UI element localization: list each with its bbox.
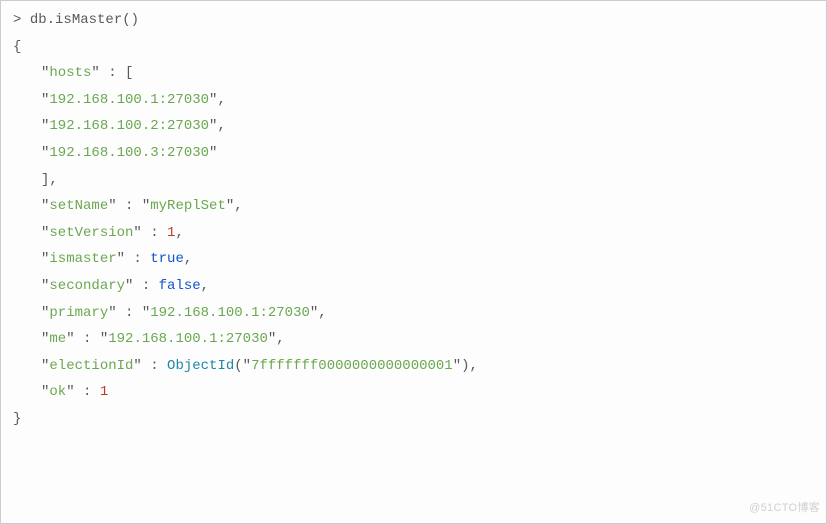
key-hosts: hosts [49,65,91,81]
primary-line: "primary" : "192.168.100.1:27030", [13,300,814,327]
host-1: 192.168.100.2:27030 [49,118,209,134]
host-entry: "192.168.100.1:27030", [13,87,814,114]
host-entry: "192.168.100.3:27030" [13,140,814,167]
brace-open-char: { [13,39,21,55]
code-output-block: > db.isMaster() { "hosts" : [ "192.168.1… [0,0,827,524]
electionid-line: "electionId" : ObjectId("7fffffff0000000… [13,353,814,380]
watermark-text: @51CTO博客 [749,498,820,519]
host-0: 192.168.100.1:27030 [49,92,209,108]
bracket-close: ], [41,172,58,188]
secondary-line: "secondary" : false, [13,273,814,300]
brace-close: } [13,406,814,433]
val-me: 192.168.100.1:27030 [108,331,268,347]
key-ok: ok [49,384,66,400]
prompt-symbol: > [13,12,21,28]
val-primary: 192.168.100.1:27030 [150,305,310,321]
val-electionid: 7fffffff0000000000000001 [251,358,453,374]
command-text: db.isMaster() [30,12,139,28]
key-ismaster: ismaster [49,251,116,267]
hosts-close: ], [13,167,814,194]
key-primary: primary [49,305,108,321]
val-ok: 1 [100,384,108,400]
me-line: "me" : "192.168.100.1:27030", [13,326,814,353]
brace-close-char: } [13,411,21,427]
key-electionid: electionId [49,358,133,374]
setversion-line: "setVersion" : 1, [13,220,814,247]
hosts-key-line: "hosts" : [ [13,60,814,87]
key-secondary: secondary [49,278,125,294]
brace-open: { [13,34,814,61]
key-setname: setName [49,198,108,214]
ok-line: "ok" : 1 [13,379,814,406]
val-ismaster: true [150,251,184,267]
key-me: me [49,331,66,347]
key-setversion: setVersion [49,225,133,241]
val-setname: myReplSet [150,198,226,214]
host-2: 192.168.100.3:27030 [49,145,209,161]
ismaster-line: "ismaster" : true, [13,246,814,273]
prompt-line: > db.isMaster() [13,7,814,34]
objectid-func: ObjectId [167,358,234,374]
setname-line: "setName" : "myReplSet", [13,193,814,220]
host-entry: "192.168.100.2:27030", [13,113,814,140]
val-secondary: false [159,278,201,294]
